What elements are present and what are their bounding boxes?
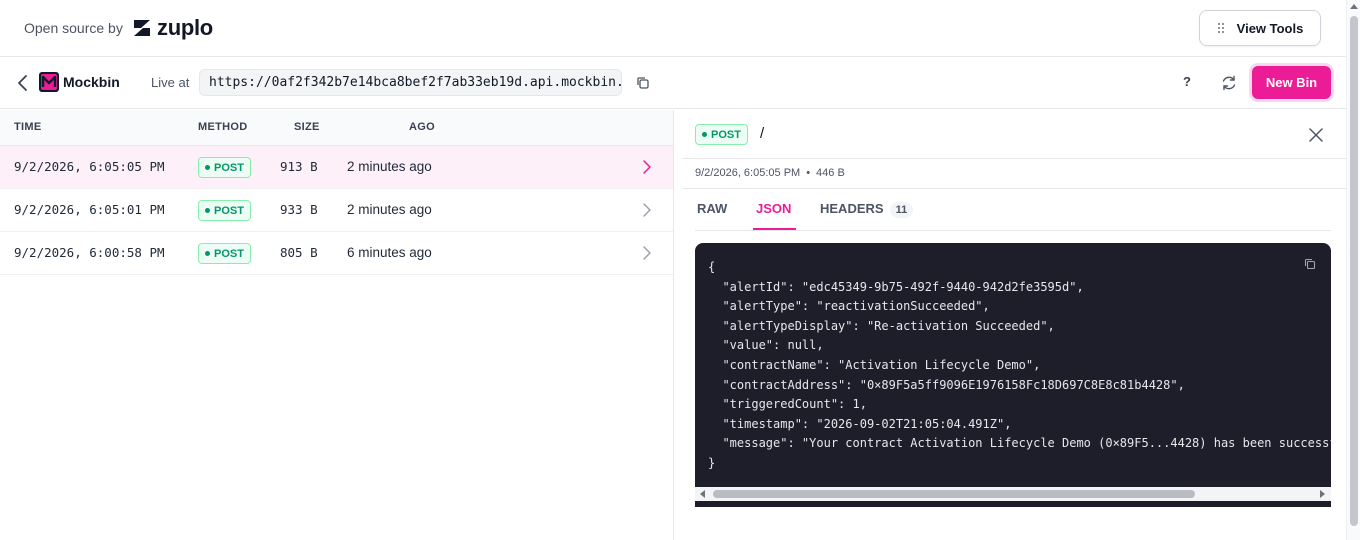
grid-dots-icon <box>1217 23 1224 33</box>
tab-raw[interactable]: RAW <box>697 201 727 216</box>
detail-tabs: RAW JSON HEADERS 11 <box>695 189 1331 231</box>
scrollbar-thumb[interactable] <box>1350 16 1358 526</box>
json-line: "value": null, <box>722 338 824 353</box>
request-path: / <box>760 125 765 142</box>
tab-json[interactable]: JSON <box>756 201 791 216</box>
scrollbar-thumb[interactable] <box>713 490 1195 498</box>
request-detail-panel: POST / 9/2/2026, 6:05:05 PM • 446 B RAW JS… <box>675 110 1346 540</box>
status-dot <box>205 208 210 213</box>
method-badge: POST <box>198 157 251 178</box>
request-size: 933 B <box>280 202 318 217</box>
chevron-right-icon <box>643 246 651 260</box>
json-body: { "alertId": "edc45349-9b75-492f-9440-94… <box>708 258 1331 474</box>
method-label: POST <box>214 204 244 217</box>
bin-toolbar: Mockbin Live at https://0af2f342b7e14bca… <box>0 57 1346 109</box>
column-header-ago[interactable]: AGO <box>409 121 435 133</box>
divider <box>682 158 1346 159</box>
help-button[interactable]: ? <box>1183 74 1191 89</box>
tab-headers-label: HEADERS <box>820 201 884 216</box>
view-tools-button[interactable]: View Tools <box>1199 10 1321 46</box>
json-line: { <box>708 260 716 274</box>
scroll-left-arrow-icon[interactable] <box>700 490 705 498</box>
table-row[interactable]: 9/2/2026, 6:00:58 PM POST 805 B 6 minute… <box>0 232 673 275</box>
live-at-label: Live at <box>151 75 190 90</box>
scroll-right-arrow-icon[interactable] <box>1320 490 1325 498</box>
table-row[interactable]: 9/2/2026, 6:05:01 PM POST 933 B 2 minute… <box>0 189 673 232</box>
json-line: } <box>708 455 716 470</box>
json-line: "contractName": "Activation Lifecycle De… <box>722 357 1041 372</box>
json-line: "timestamp": "2026-09-02T21:05:04.491Z", <box>722 416 1012 431</box>
status-dot <box>702 132 707 137</box>
json-line: "alertId": "edc45349-9b75-492f-9440-942d… <box>722 279 1084 294</box>
status-dot <box>205 251 210 256</box>
json-line: "alertTypeDisplay": "Re-activation Succe… <box>722 318 1055 333</box>
column-header-size[interactable]: SIZE <box>294 121 320 133</box>
method-badge: POST <box>198 200 251 221</box>
top-header: Open source by zuplo View Tools <box>0 0 1346 57</box>
bin-url-field[interactable]: https://0af2f342b7e14bca8bef2f7ab33eb19d… <box>199 69 622 96</box>
back-chevron-icon[interactable] <box>14 73 32 93</box>
new-bin-button[interactable]: New Bin <box>1252 66 1331 99</box>
close-icon[interactable] <box>1309 128 1323 142</box>
copy-icon[interactable] <box>1304 258 1316 270</box>
method-badge: POST <box>695 124 748 145</box>
table-header: TIME METHOD SIZE AGO <box>0 110 673 146</box>
scroll-up-arrow-icon[interactable] <box>1350 4 1358 9</box>
headers-count-badge: 11 <box>889 202 914 218</box>
column-header-method[interactable]: METHOD <box>198 121 247 133</box>
meta-separator: • <box>806 167 811 179</box>
request-list: TIME METHOD SIZE AGO 9/2/2026, 6:05:05 P… <box>0 110 674 540</box>
open-source-label: Open source by <box>24 20 123 36</box>
active-tab-indicator <box>753 228 796 230</box>
json-viewer[interactable]: { "alertId": "edc45349-9b75-492f-9440-94… <box>695 243 1331 507</box>
request-ago: 2 minutes ago <box>347 202 432 217</box>
column-header-time[interactable]: TIME <box>14 121 41 133</box>
status-dot <box>205 165 210 170</box>
method-label: POST <box>214 247 244 260</box>
json-line: "alertType": "reactivationSucceeded", <box>722 299 990 314</box>
table-row[interactable]: 9/2/2026, 6:05:05 PM POST 913 B 2 minute… <box>0 146 673 189</box>
chevron-right-icon <box>643 160 651 174</box>
mockbin-page: Open source by zuplo View Tools Mockbin <box>0 0 1360 540</box>
request-timestamp: 9/2/2026, 6:05:05 PM <box>695 167 801 179</box>
brand-name: zuplo <box>157 15 213 40</box>
copy-icon[interactable] <box>636 76 650 90</box>
tab-headers[interactable]: HEADERS 11 <box>820 201 914 218</box>
refresh-icon[interactable] <box>1220 74 1238 92</box>
horizontal-scrollbar[interactable] <box>695 487 1331 501</box>
request-time: 9/2/2026, 6:00:58 PM <box>14 245 165 260</box>
request-ago: 6 minutes ago <box>347 245 432 260</box>
request-size: 805 B <box>280 245 318 260</box>
page-scrollbar[interactable] <box>1346 0 1360 540</box>
method-label: POST <box>711 128 741 141</box>
request-time: 9/2/2026, 6:05:05 PM <box>14 159 165 174</box>
request-meta: 9/2/2026, 6:05:05 PM • 446 B <box>695 167 845 179</box>
app-name: Mockbin <box>63 74 120 90</box>
request-size: 913 B <box>280 159 318 174</box>
mockbin-logo-icon <box>39 72 59 92</box>
json-line: "contractAddress": "0×89F5a5ff9096E19761… <box>722 377 1185 392</box>
method-label: POST <box>214 161 244 174</box>
request-size: 446 B <box>816 167 845 179</box>
chevron-right-icon <box>643 203 651 217</box>
json-line: "triggeredCount": 1, <box>722 397 867 412</box>
request-time: 9/2/2026, 6:05:01 PM <box>14 202 165 217</box>
request-ago: 2 minutes ago <box>347 159 432 174</box>
zuplo-mark-icon <box>134 20 150 36</box>
method-badge: POST <box>198 243 251 264</box>
zuplo-logo[interactable]: zuplo <box>131 15 213 41</box>
json-line: "message": "Your contract Activation Lif… <box>722 436 1331 451</box>
view-tools-label: View Tools <box>1236 20 1304 36</box>
